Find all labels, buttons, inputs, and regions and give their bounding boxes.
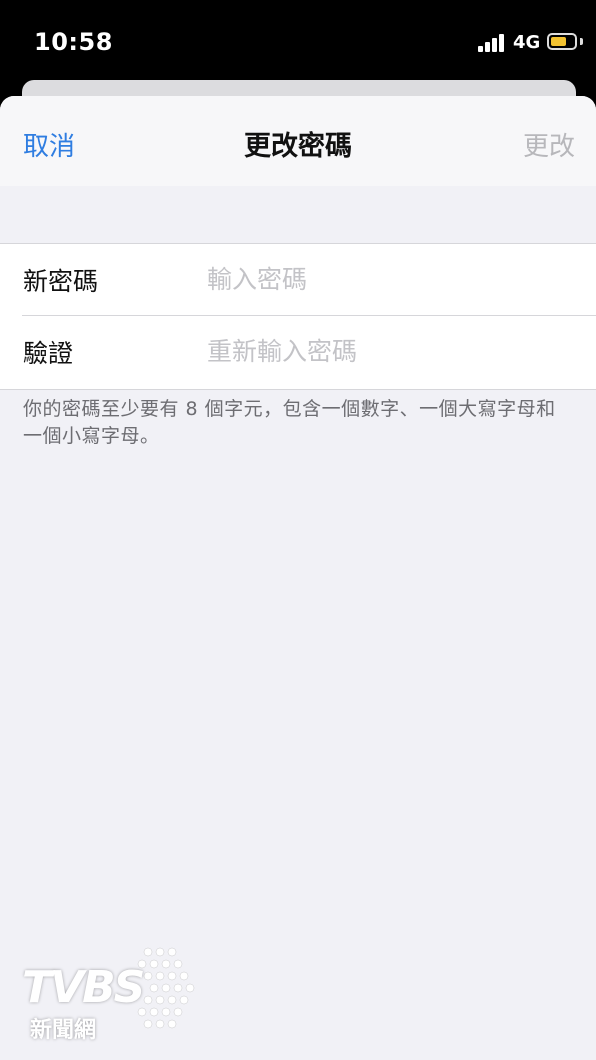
battery-cap (580, 38, 583, 45)
tvbs-subtitle: 新聞網 (30, 1018, 97, 1043)
password-requirements-note: 你的密碼至少要有 8 個字元，包含一個數字、一個大寫字母和一個小寫字母。 (23, 398, 556, 447)
status-time: 10:58 (34, 28, 113, 56)
tvbs-logo: TVBS (22, 962, 145, 1013)
status-bar: 10:58 4G (0, 0, 596, 88)
change-button[interactable]: 更改 (523, 126, 575, 163)
battery-icon (547, 33, 577, 50)
navigation-bar: 取消 更改密碼 更改 (0, 96, 596, 186)
page-title: 更改密碼 (244, 131, 352, 162)
new-password-row[interactable]: 新密碼 (0, 244, 596, 316)
verify-password-input[interactable] (207, 328, 577, 374)
tvbs-watermark: TVBS 新聞網 (18, 944, 198, 1044)
password-form: 新密碼 驗證 (0, 243, 596, 390)
cellular-signal-icon (478, 34, 506, 52)
new-password-input[interactable] (207, 256, 577, 302)
network-type: 4G (513, 32, 541, 53)
battery-level (551, 37, 566, 46)
change-password-sheet: 取消 更改密碼 更改 新密碼 驗證 你的密碼至少要有 8 個字元，包含一個數字、… (0, 96, 596, 1060)
new-password-label: 新密碼 (23, 267, 99, 296)
verify-password-row[interactable]: 驗證 (0, 316, 596, 388)
verify-label: 驗證 (23, 339, 74, 368)
